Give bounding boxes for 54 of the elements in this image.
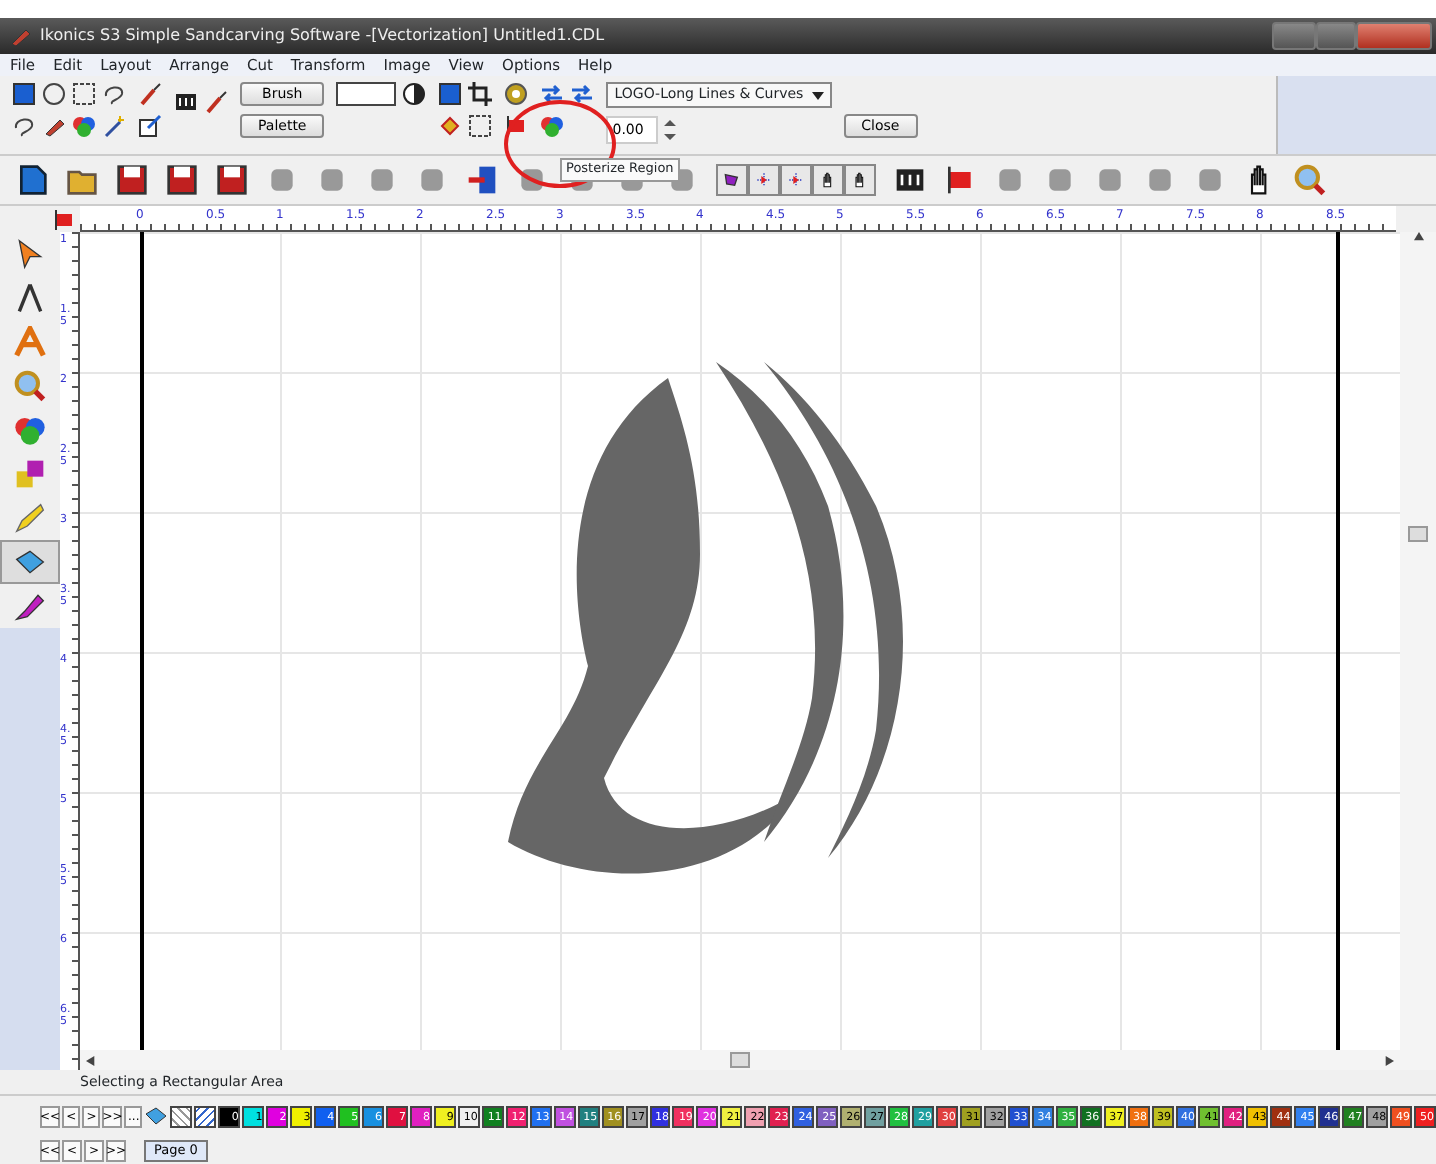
- save-as-icon[interactable]: [166, 164, 198, 196]
- fill-icon[interactable]: [438, 114, 463, 138]
- node-edit-icon[interactable]: [716, 164, 748, 196]
- ruler-corner-icon[interactable]: [52, 207, 76, 231]
- text-icon[interactable]: [14, 326, 46, 358]
- exit-icon[interactable]: [466, 164, 498, 196]
- crop-icon[interactable]: [468, 82, 493, 106]
- marker-icon[interactable]: [14, 590, 46, 622]
- select-image-icon[interactable]: [468, 114, 493, 138]
- snap-icon[interactable]: [780, 164, 812, 196]
- contrast-icon[interactable]: [402, 82, 427, 106]
- ellipse-select-icon[interactable]: [42, 82, 66, 106]
- pattern-swatch[interactable]: [194, 1105, 217, 1127]
- rectangle-select-icon[interactable]: [12, 82, 36, 106]
- marquee-icon[interactable]: [72, 82, 96, 106]
- convert-icon[interactable]: [570, 82, 595, 106]
- save-icon[interactable]: [116, 164, 148, 196]
- film-icon[interactable]: [174, 90, 198, 114]
- caret-icon: [811, 91, 824, 99]
- posterize-icon[interactable]: [540, 114, 565, 138]
- image-icon[interactable]: [438, 82, 463, 106]
- flag-icon[interactable]: [504, 114, 529, 138]
- points-icon[interactable]: [748, 164, 780, 196]
- badge-icon[interactable]: [504, 82, 529, 106]
- shapes-icon[interactable]: [14, 458, 46, 490]
- brush-icon[interactable]: [138, 82, 162, 106]
- spinner-icon[interactable]: [664, 118, 677, 142]
- palette-icon[interactable]: [72, 114, 96, 138]
- pencil-icon[interactable]: [14, 502, 46, 534]
- import-icon[interactable]: [138, 114, 162, 138]
- scroll-right-icon[interactable]: [1384, 1055, 1394, 1065]
- fill-icon[interactable]: [144, 1104, 169, 1128]
- fill-icon[interactable]: [14, 546, 46, 578]
- app-icon: [8, 24, 32, 48]
- scroll-thumb[interactable]: [730, 1052, 750, 1068]
- drawing-canvas[interactable]: [80, 232, 1400, 1050]
- arrow-icon[interactable]: [540, 82, 565, 106]
- window-title: Ikonics S3 Simple Sandcarving Software -[Vectorization] Untitled1.CDL: [40, 24, 607, 48]
- node-icon[interactable]: [14, 282, 46, 314]
- paintbrush-icon[interactable]: [204, 90, 228, 114]
- no-fill-swatch[interactable]: [170, 1105, 193, 1127]
- freehand-icon[interactable]: [12, 114, 36, 138]
- new-document-icon[interactable]: [16, 164, 48, 196]
- scroll-thumb[interactable]: [1408, 526, 1428, 542]
- eyedropper-icon[interactable]: [42, 114, 66, 138]
- scroll-up-icon[interactable]: [1413, 232, 1423, 242]
- scroll-left-icon[interactable]: [86, 1055, 96, 1065]
- zoom-icon[interactable]: [1294, 164, 1326, 196]
- magic-wand-icon[interactable]: [102, 114, 126, 138]
- lasso-icon[interactable]: [102, 82, 126, 106]
- pointer-icon[interactable]: [14, 238, 46, 270]
- zoom-icon[interactable]: [14, 370, 46, 402]
- color-preview: [336, 82, 397, 106]
- color-icon[interactable]: [14, 414, 46, 446]
